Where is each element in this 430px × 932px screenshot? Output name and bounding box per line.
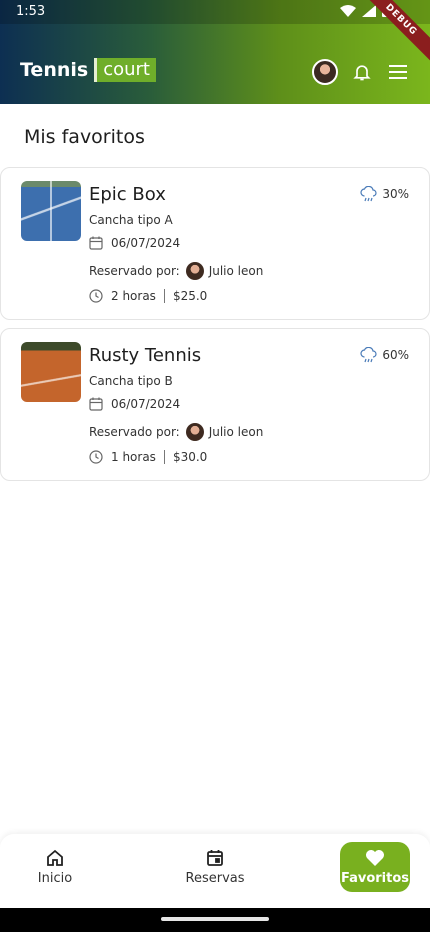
nav-label: Inicio [37, 870, 73, 886]
wifi-icon [340, 4, 356, 17]
status-time: 1:53 [16, 4, 46, 19]
duration: 2 horas [111, 289, 156, 303]
status-bar: 1:53 [0, 0, 430, 24]
court-thumbnail [21, 342, 81, 402]
notifications-button[interactable] [350, 60, 374, 84]
reserver-avatar [185, 423, 204, 441]
court-thumbnail [21, 181, 81, 241]
weather-forecast: 60% [360, 347, 409, 363]
reservation-date: 06/07/2024 [111, 397, 181, 411]
rain-chance: 60% [382, 348, 409, 362]
divider [163, 450, 165, 464]
price: $25.0 [172, 289, 208, 303]
nav-favoritos[interactable]: Favoritos [340, 842, 410, 892]
header-actions [312, 59, 410, 85]
court-name: Epic Box [89, 184, 166, 205]
reserved-label: Reservado por: [89, 264, 180, 278]
date-row: 06/07/2024 [89, 236, 180, 250]
reserver-avatar [185, 262, 204, 280]
clock-icon [89, 289, 103, 303]
calendar-icon [89, 397, 103, 411]
app-header: 1:53 DEBUG Tennis court [0, 0, 430, 104]
reserved-row: Reservado por: Julio leon [89, 423, 263, 441]
calendar-icon [89, 236, 103, 250]
divider [163, 289, 165, 303]
menu-button[interactable] [386, 60, 410, 84]
duration-row: 1 horas $30.0 [89, 450, 207, 464]
reserver-name: Julio leon [208, 264, 264, 278]
rain-cloud-icon [360, 347, 378, 363]
court-type: Cancha tipo B [89, 374, 173, 388]
calendar-icon [206, 849, 224, 867]
nav-reservas[interactable]: Reservas [180, 842, 250, 892]
rain-cloud-icon [360, 186, 378, 202]
reserver-name: Julio leon [208, 425, 264, 439]
favorite-card[interactable]: Epic Box Cancha tipo A 06/07/2024 Reserv… [0, 167, 430, 320]
bell-icon [353, 65, 371, 81]
duration: 1 horas [111, 450, 156, 464]
brand-court: court [94, 58, 156, 82]
duration-row: 2 horas $25.0 [89, 289, 207, 303]
court-name: Rusty Tennis [89, 345, 202, 366]
page-title: Mis favoritos [24, 126, 145, 148]
bottom-nav: Inicio Reservas Favoritos [0, 834, 430, 908]
favorite-card[interactable]: Rusty Tennis Cancha tipo B 06/07/2024 Re… [0, 328, 430, 481]
brand-tennis: Tennis [20, 59, 89, 81]
rain-chance: 30% [382, 187, 409, 201]
reserved-label: Reservado por: [89, 425, 180, 439]
nav-inicio[interactable]: Inicio [20, 842, 90, 892]
date-row: 06/07/2024 [89, 397, 180, 411]
hamburger-icon [389, 65, 407, 79]
reserved-row: Reservado por: Julio leon [89, 262, 263, 280]
signal-icon [362, 4, 376, 17]
nav-label: Favoritos [340, 870, 410, 886]
heart-icon [365, 849, 385, 867]
home-icon [46, 849, 64, 867]
brand-logo: Tennis court [20, 58, 156, 82]
court-type: Cancha tipo A [89, 213, 173, 227]
clock-icon [89, 450, 103, 464]
price: $30.0 [172, 450, 208, 464]
user-avatar[interactable] [312, 59, 338, 85]
weather-forecast: 30% [360, 186, 409, 202]
home-indicator[interactable] [161, 917, 269, 921]
reservation-date: 06/07/2024 [111, 236, 181, 250]
nav-label: Reservas [185, 870, 245, 886]
